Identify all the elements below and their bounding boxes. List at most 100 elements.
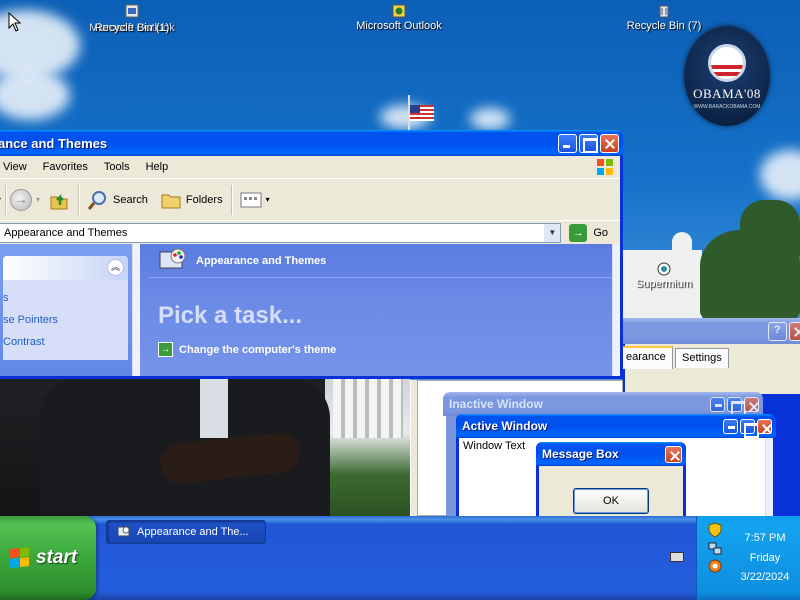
taskbar: start Appearance and The... 7:57 PM Frid… (0, 516, 800, 600)
forward-dropdown-icon[interactable]: ▾ (36, 195, 40, 204)
forward-button[interactable]: → (10, 188, 33, 211)
go-button[interactable]: → Go (561, 223, 616, 242)
cloud (760, 150, 800, 200)
badge-small-text: WWW.BARACKOBAMA.COM (693, 104, 761, 110)
toolbar-separator (230, 184, 232, 215)
start-label: start (36, 547, 78, 568)
address-dropdown-icon[interactable]: ▼ (544, 223, 561, 242)
outlook-icon (392, 4, 406, 18)
message-box-title: Message Box (542, 447, 619, 461)
windows-flag-icon (10, 547, 30, 569)
security-shield-icon[interactable] (707, 522, 723, 538)
control-panel-titlebar[interactable]: ance and Themes (0, 130, 623, 156)
desktop-icon-outlook[interactable]: Microsoft Outlook Recycle Bin (1) (72, 4, 192, 34)
task-box-header: ︽ (3, 256, 128, 280)
mouse-cursor-icon (8, 12, 22, 32)
supermium-icon (657, 262, 671, 276)
maximize-icon (727, 396, 746, 416)
up-folder-button[interactable] (44, 185, 74, 215)
task-pane-scrollbar[interactable] (132, 244, 140, 376)
desktop-icon-recycle-bin[interactable]: Recycle Bin (7) (604, 4, 724, 32)
close-button[interactable] (600, 133, 619, 153)
active-window-titlebar: Active Window (456, 414, 776, 438)
desktop-icon-label: Supermium (635, 278, 693, 290)
title-buttons (710, 396, 763, 416)
views-button[interactable]: ▾ (236, 185, 274, 215)
task-link-high-contrast[interactable]: Contrast (3, 334, 128, 350)
windows-logo-icon (597, 159, 613, 175)
close-icon (665, 445, 682, 463)
clock-time[interactable]: 7:57 PM (733, 532, 797, 544)
control-panel-window[interactable]: ance and Themes View Favorites Tools Hel… (0, 130, 623, 379)
task-pane: ︽ s se Pointers Contrast (0, 244, 140, 376)
cloud (470, 108, 510, 130)
message-box-titlebar: Message Box (536, 442, 686, 466)
go-arrow-icon: → (569, 223, 588, 242)
preview-message-box: Message Box OK (536, 442, 686, 522)
task-link-mouse-pointers[interactable]: se Pointers (3, 312, 128, 328)
change-theme-label: Change the computer's theme (179, 343, 337, 356)
task-link[interactable]: s (3, 290, 128, 306)
collapse-chevron-icon[interactable]: ︽ (107, 259, 124, 276)
category-title: Appearance and Themes (196, 254, 327, 267)
up-folder-icon (50, 193, 68, 209)
desktop-icon-label: Recycle Bin (7) (626, 20, 702, 32)
toolbar-separator (5, 184, 7, 215)
maximize-icon (740, 418, 759, 438)
window-title: ance and Themes (0, 135, 108, 151)
desktop-icon-label: Microsoft Outlook (356, 20, 442, 32)
change-theme-link[interactable]: → Change the computer's theme (158, 342, 620, 357)
outlook-icon (125, 4, 139, 18)
keyboard-icon[interactable] (670, 552, 684, 562)
help-button[interactable]: ? (768, 321, 787, 341)
cloud (0, 70, 70, 120)
close-icon (757, 418, 772, 434)
obama-logo-icon (708, 44, 746, 82)
menu-tools[interactable]: Tools (96, 161, 138, 173)
toolbar-separator (78, 184, 80, 215)
category-pane-scrollbar[interactable] (612, 244, 620, 376)
views-dropdown-icon: ▾ (265, 195, 270, 204)
recycle-bin-icon (659, 5, 669, 18)
start-button[interactable]: start (0, 516, 96, 600)
explorer-content: ︽ s se Pointers Contrast Appearance and … (0, 244, 620, 376)
title-buttons: ? (768, 321, 800, 341)
desktop-icon-outlook[interactable]: Microsoft Outlook (339, 4, 459, 32)
see-also-box: ︽ s se Pointers Contrast (3, 256, 128, 360)
search-icon (87, 190, 107, 210)
folders-icon (161, 194, 181, 208)
search-label: Search (113, 193, 148, 206)
clock-day[interactable]: Friday (733, 552, 797, 564)
folders-label: Folders (185, 193, 223, 206)
control-panel-icon (117, 526, 130, 537)
network-icon[interactable] (707, 540, 723, 556)
close-button[interactable] (789, 321, 800, 341)
menu-favorites[interactable]: Favorites (35, 161, 96, 173)
tab-settings[interactable]: Settings (675, 348, 729, 368)
folders-button[interactable]: Folders (156, 185, 227, 215)
tree (740, 200, 800, 260)
flag-canton (410, 105, 420, 113)
menu-help[interactable]: Help (138, 161, 177, 173)
category-header: Appearance and Themes (148, 244, 620, 278)
address-value: Appearance and Themes (4, 226, 128, 239)
address-field[interactable]: Appearance and Themes ▼ (0, 222, 562, 243)
wallpaper-person (0, 378, 410, 516)
white-house-dome (672, 232, 692, 252)
taskbar-button-label: Appearance and The... (137, 526, 249, 538)
category-pane: Appearance and Themes Pick a task... → C… (140, 244, 620, 376)
app-tray-icon[interactable] (707, 558, 723, 574)
toolbar: ▾ → ▾ Search Folders ▾ (0, 178, 620, 220)
ok-button: OK (573, 488, 649, 514)
clock-date[interactable]: 3/22/2024 (733, 571, 797, 583)
search-button[interactable]: Search (83, 185, 152, 215)
taskbar-button-appearance-themes[interactable]: Appearance and The... (106, 520, 266, 544)
menu-view[interactable]: View (0, 161, 35, 173)
display-properties-titlebar[interactable]: ? (622, 318, 800, 344)
help-icon: ? (774, 323, 781, 336)
title-buttons (723, 418, 776, 438)
tab-appearance[interactable]: earance (619, 346, 673, 369)
back-dropdown-icon[interactable]: ▾ (0, 195, 1, 204)
minimize-button[interactable] (558, 133, 577, 153)
maximize-button[interactable] (579, 133, 598, 153)
